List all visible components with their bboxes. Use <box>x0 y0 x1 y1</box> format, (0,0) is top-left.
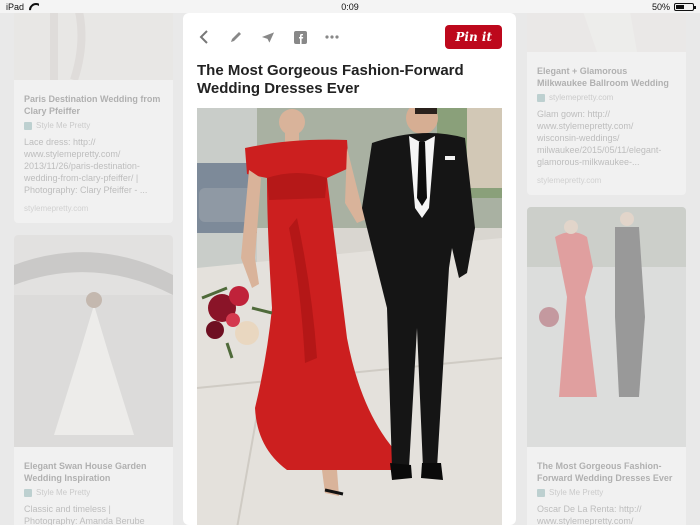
battery-percent: 50% <box>651 1 670 12</box>
left-column: Paris Destination Wedding from Clary Pfe… <box>14 0 173 525</box>
pin-card[interactable]: Elegant + Glamorous Milkwaukee Ballroom … <box>527 0 686 195</box>
card-description: Classic and timeless | Photography: Aman… <box>24 504 145 525</box>
card-image <box>14 235 173 447</box>
source-icon <box>24 488 32 497</box>
card-source: stylemepretty.com <box>537 93 676 102</box>
device-label: iPad <box>6 1 25 12</box>
card-title: Paris Destination Wedding from Clary Pfe… <box>24 94 161 116</box>
pin-toolbar: Pin it <box>183 13 516 61</box>
status-bar: iPad 0:09 50% <box>0 0 700 13</box>
source-icon <box>537 93 545 102</box>
source-icon <box>24 121 32 130</box>
pin-detail: Pin it The Most Gorgeous Fashion-Forward… <box>183 13 516 525</box>
back-icon[interactable] <box>197 30 211 44</box>
card-source: Style Me Pretty <box>24 121 163 130</box>
pin-title: The Most Gorgeous Fashion-Forward Weddin… <box>197 62 464 97</box>
pin-image[interactable] <box>196 102 503 525</box>
edit-icon[interactable] <box>229 30 243 44</box>
card-image <box>527 207 686 447</box>
card-title: Elegant Swan House Garden Wedding Inspir… <box>24 461 147 483</box>
card-description: Oscar De La Renta: http:// www.stylemepr… <box>537 504 642 525</box>
pin-card[interactable]: The Most Gorgeous Fashion-Forward Weddin… <box>527 207 686 525</box>
card-description: Lace dress: http:// www.stylemepretty.co… <box>24 137 148 195</box>
card-link[interactable]: stylemepretty.com <box>537 176 676 185</box>
battery-icon <box>674 2 696 11</box>
right-column: Elegant + Glamorous Milkwaukee Ballroom … <box>527 0 686 525</box>
pin-card[interactable]: Elegant Swan House Garden Wedding Inspir… <box>14 235 173 525</box>
card-link[interactable]: stylemepretty.com <box>24 204 163 213</box>
pin-card[interactable]: Paris Destination Wedding from Clary Pfe… <box>14 0 173 223</box>
card-source: Style Me Pretty <box>24 488 163 497</box>
card-source: Style Me Pretty <box>537 488 676 497</box>
wifi-icon <box>29 3 39 11</box>
pin-it-button[interactable]: Pin it <box>445 25 502 49</box>
send-icon[interactable] <box>261 30 275 44</box>
card-title: Elegant + Glamorous Milkwaukee Ballroom … <box>537 66 669 88</box>
card-title: The Most Gorgeous Fashion-Forward Weddin… <box>537 461 673 483</box>
source-icon <box>537 488 545 497</box>
card-description: Glam gown: http:// www.stylemepretty.com… <box>537 109 662 167</box>
clock: 0:09 <box>341 1 359 12</box>
more-icon[interactable] <box>325 30 339 44</box>
facebook-icon[interactable] <box>293 30 307 44</box>
